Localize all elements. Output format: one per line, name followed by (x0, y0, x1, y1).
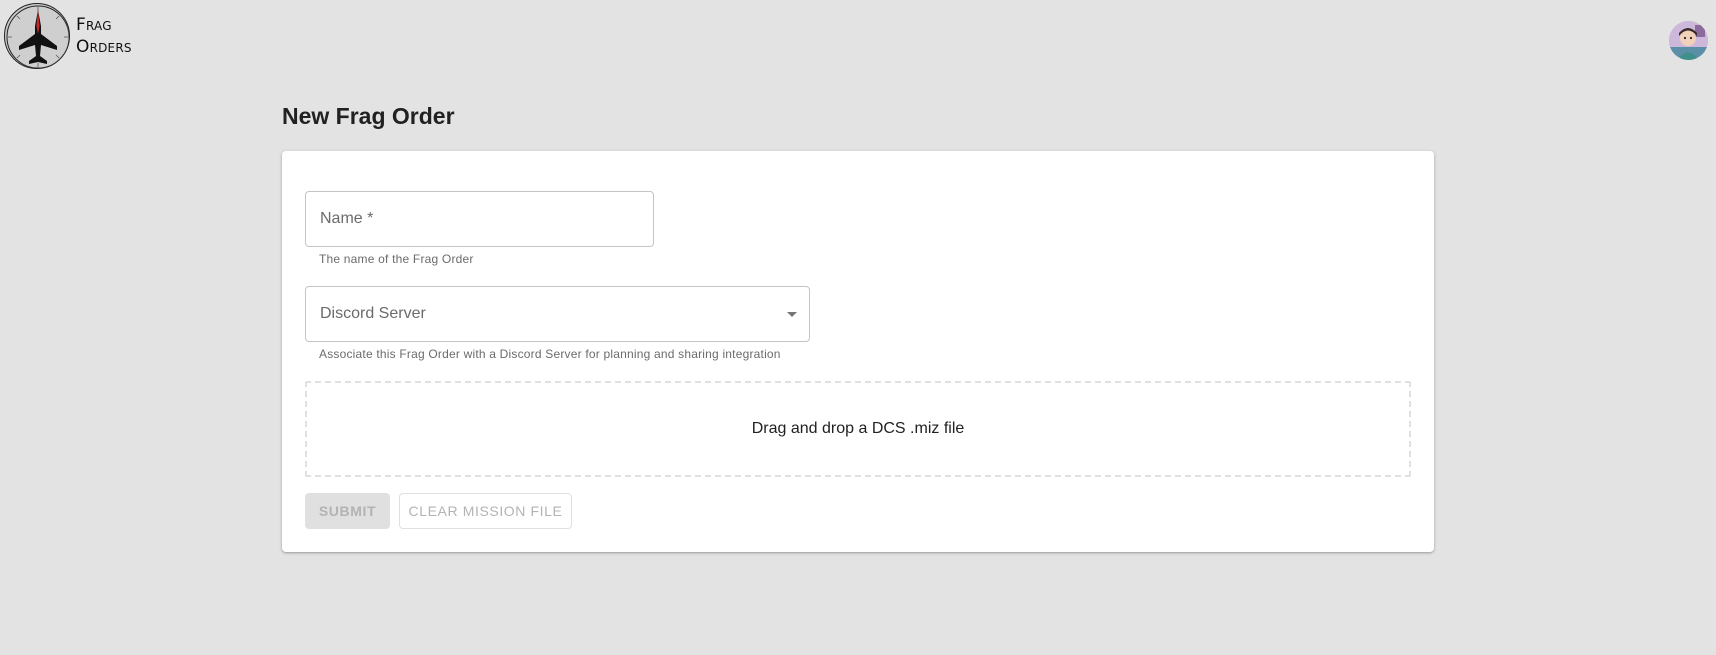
clear-mission-file-button[interactable]: CLEAR MISSION FILE (399, 493, 572, 529)
app-header: Frag Orders (0, 0, 1716, 78)
discord-server-label: Discord Server (320, 305, 426, 322)
discord-server-helper-text: Associate this Frag Order with a Discord… (319, 347, 781, 361)
name-helper-text: The name of the Frag Order (319, 252, 474, 266)
mission-file-dropzone[interactable]: Drag and drop a DCS .miz file (305, 381, 1411, 477)
new-frag-order-form: Name * The name of the Frag Order Discor… (282, 151, 1434, 552)
page-title: New Frag Order (282, 103, 455, 129)
dropzone-text: Drag and drop a DCS .miz file (751, 420, 965, 437)
name-input[interactable]: Name * (305, 191, 654, 247)
user-avatar[interactable] (1669, 21, 1708, 60)
discord-server-select[interactable]: Discord Server (305, 286, 810, 342)
logo-text: Frag Orders (76, 14, 132, 58)
fighter-jet-icon (4, 3, 70, 69)
logo-line-2: Orders (76, 37, 132, 57)
chevron-down-icon (787, 312, 797, 317)
logo-line-1: Frag (76, 15, 112, 35)
app-logo[interactable]: Frag Orders (4, 3, 132, 69)
submit-button[interactable]: SUBMIT (305, 493, 390, 529)
name-input-label: Name * (320, 210, 374, 227)
